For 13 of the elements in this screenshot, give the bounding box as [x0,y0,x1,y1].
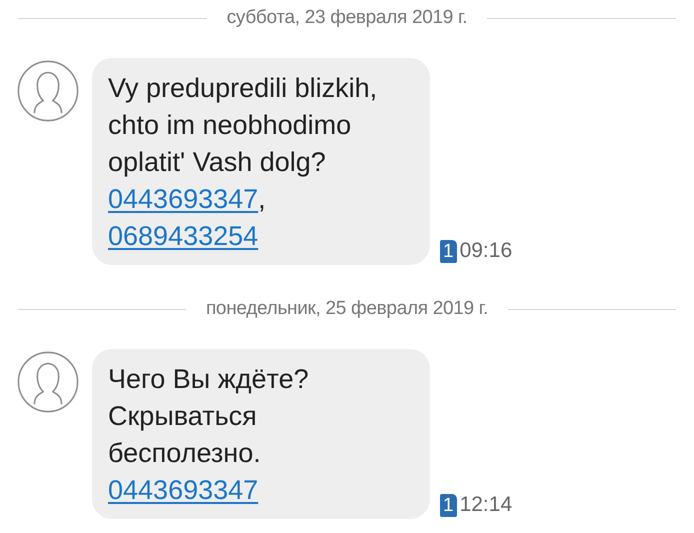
message-text: Vy predupredili blizkih, chto im neobhodimo oplatit' Vash dolg? 0443693347, 0689433254 [108,72,378,253]
message-time: 12:14 [460,493,512,517]
message-time: 09:16 [460,239,512,263]
sim-badge: 1 [440,494,457,516]
sim-badge: 1 [440,240,457,262]
avatar-icon[interactable] [17,351,79,413]
phone-link[interactable]: 0443693347 [108,184,258,214]
avatar-icon[interactable] [17,60,79,122]
phone-link[interactable]: 0689433254 [108,221,258,251]
message-text: Чего Вы ждёте? Скрываться бесполезно. 0443693347 [108,363,310,507]
phone-link[interactable]: 0443693347 [108,475,258,505]
date-separator: суббота, 23 февраля 2019 г. [226,7,468,29]
date-separator: понедельник, 25 февраля 2019 г. [206,298,488,320]
